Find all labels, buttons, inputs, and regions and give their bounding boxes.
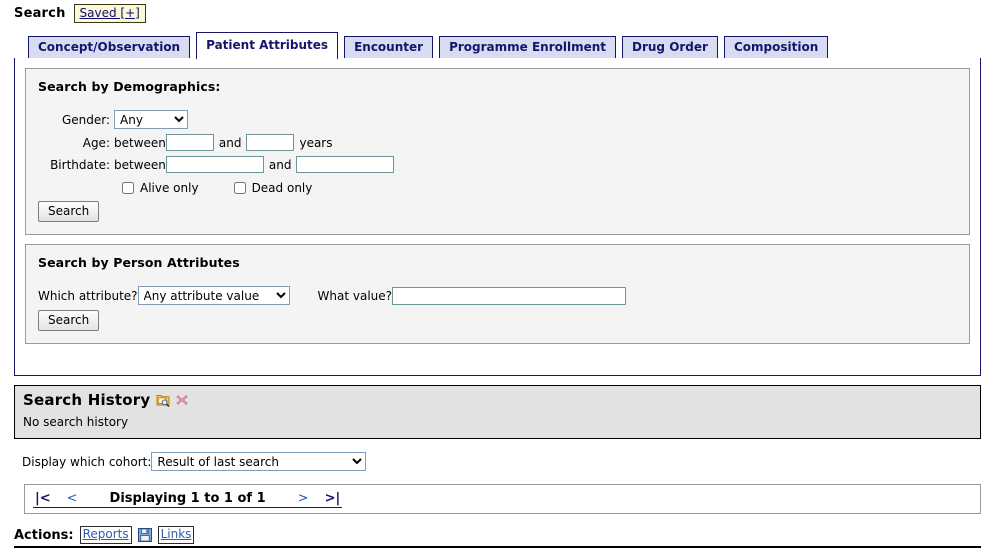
age-max-input[interactable] [246, 134, 295, 151]
cohort-select[interactable]: Result of last search [151, 452, 367, 471]
floppy-save-icon[interactable] [137, 528, 152, 542]
birthdate-label: Birthdate: [50, 157, 110, 172]
tab-composition[interactable]: Composition [723, 36, 829, 60]
reports-link[interactable]: Reports [83, 527, 129, 541]
pagination-controls: |< < Displaying 1 to 1 of 1 > >| [33, 490, 343, 508]
search-history-box: Search History No search history [14, 385, 981, 439]
age-label: Age: [82, 135, 110, 150]
search-history-empty-text: No search history [23, 415, 129, 429]
pagination-next-button[interactable]: > [284, 491, 323, 506]
actions-bar: Actions: Reports Links [14, 526, 981, 548]
links-button[interactable]: Links [157, 526, 195, 544]
alive-only-checkbox[interactable] [122, 182, 134, 194]
reports-button[interactable]: Reports [79, 526, 132, 544]
tab-encounter[interactable]: Encounter [344, 36, 434, 60]
results-pagination-box: |< < Displaying 1 to 1 of 1 > >| [24, 484, 981, 514]
demographics-search-button[interactable]: Search [38, 201, 100, 222]
vital-status-row: Alive only Dead only [38, 181, 957, 195]
birthdate-row: Birthdate: between and [38, 156, 957, 173]
birthdate-and-text: and [268, 157, 292, 172]
birthdate-max-input[interactable] [296, 156, 395, 173]
tab-strip: Concept/Observation Patient Attributes E… [14, 32, 981, 60]
pagination-first-button[interactable]: |< [33, 491, 53, 506]
tab-drug-order[interactable]: Drug Order [622, 36, 718, 60]
birthdate-between-text: between [114, 157, 166, 172]
pagination-prev-button[interactable]: < [53, 491, 92, 506]
what-value-label: What value? [317, 288, 393, 303]
alive-only-label: Alive only [140, 181, 199, 195]
saved-searches-button[interactable]: Saved [+] [73, 4, 146, 23]
birthdate-min-input[interactable] [165, 156, 264, 173]
dead-only-group: Dead only [233, 181, 313, 195]
age-units-text: years [299, 135, 333, 150]
tab-concept-observation[interactable]: Concept/Observation [28, 36, 191, 60]
gender-row: Gender: Any [38, 110, 957, 129]
links-link[interactable]: Links [161, 527, 192, 541]
gender-select[interactable]: Any [114, 110, 188, 129]
page-title: Search [14, 6, 66, 21]
actions-label: Actions: [14, 527, 74, 543]
pagination-status: Displaying 1 to 1 of 1 [109, 490, 266, 506]
cohort-row: Display which cohort: Result of last sea… [22, 452, 367, 471]
age-row: Age: between and years [38, 134, 957, 151]
search-by-person-attributes-fieldset: Search by Person Attributes Which attrib… [25, 244, 970, 344]
age-min-input[interactable] [165, 134, 214, 151]
demographics-button-row: Search [38, 201, 957, 222]
person-attributes-search-button[interactable]: Search [38, 310, 100, 331]
patient-attributes-panel: Search by Demographics: Gender: Any Age:… [14, 58, 981, 376]
dead-only-checkbox[interactable] [233, 182, 246, 194]
person-attributes-button-row: Search [38, 310, 957, 331]
age-between-text: between [114, 135, 166, 150]
tab-patient-attributes[interactable]: Patient Attributes [196, 32, 339, 60]
cohort-label: Display which cohort: [22, 454, 152, 469]
age-and-text: and [218, 135, 242, 150]
attribute-select[interactable]: Any attribute value [137, 286, 290, 305]
tab-programme-enrollment[interactable]: Programme Enrollment [439, 36, 616, 60]
search-page: Search Saved [+] Concept/Observation Pat… [0, 0, 995, 555]
dead-only-label: Dead only [251, 181, 313, 195]
attribute-row: Which attribute? Any attribute value Wha… [38, 286, 957, 305]
top-search-bar: Search Saved [+] [14, 4, 146, 23]
folder-search-icon[interactable] [156, 393, 170, 408]
gender-label: Gender: [61, 112, 110, 127]
alive-only-group: Alive only [122, 181, 199, 195]
delete-x-icon[interactable] [176, 394, 189, 406]
search-by-demographics-fieldset: Search by Demographics: Gender: Any Age:… [25, 68, 970, 235]
demographics-legend: Search by Demographics: [38, 79, 221, 94]
saved-searches-link[interactable]: Saved [+] [80, 6, 140, 20]
person-attributes-legend: Search by Person Attributes [38, 255, 240, 270]
which-attribute-label: Which attribute? [38, 288, 138, 303]
attribute-value-input[interactable] [392, 286, 627, 305]
search-history-header: Search History [23, 391, 972, 409]
pagination-last-button[interactable]: >| [323, 491, 343, 506]
search-history-title: Search History [23, 391, 151, 409]
